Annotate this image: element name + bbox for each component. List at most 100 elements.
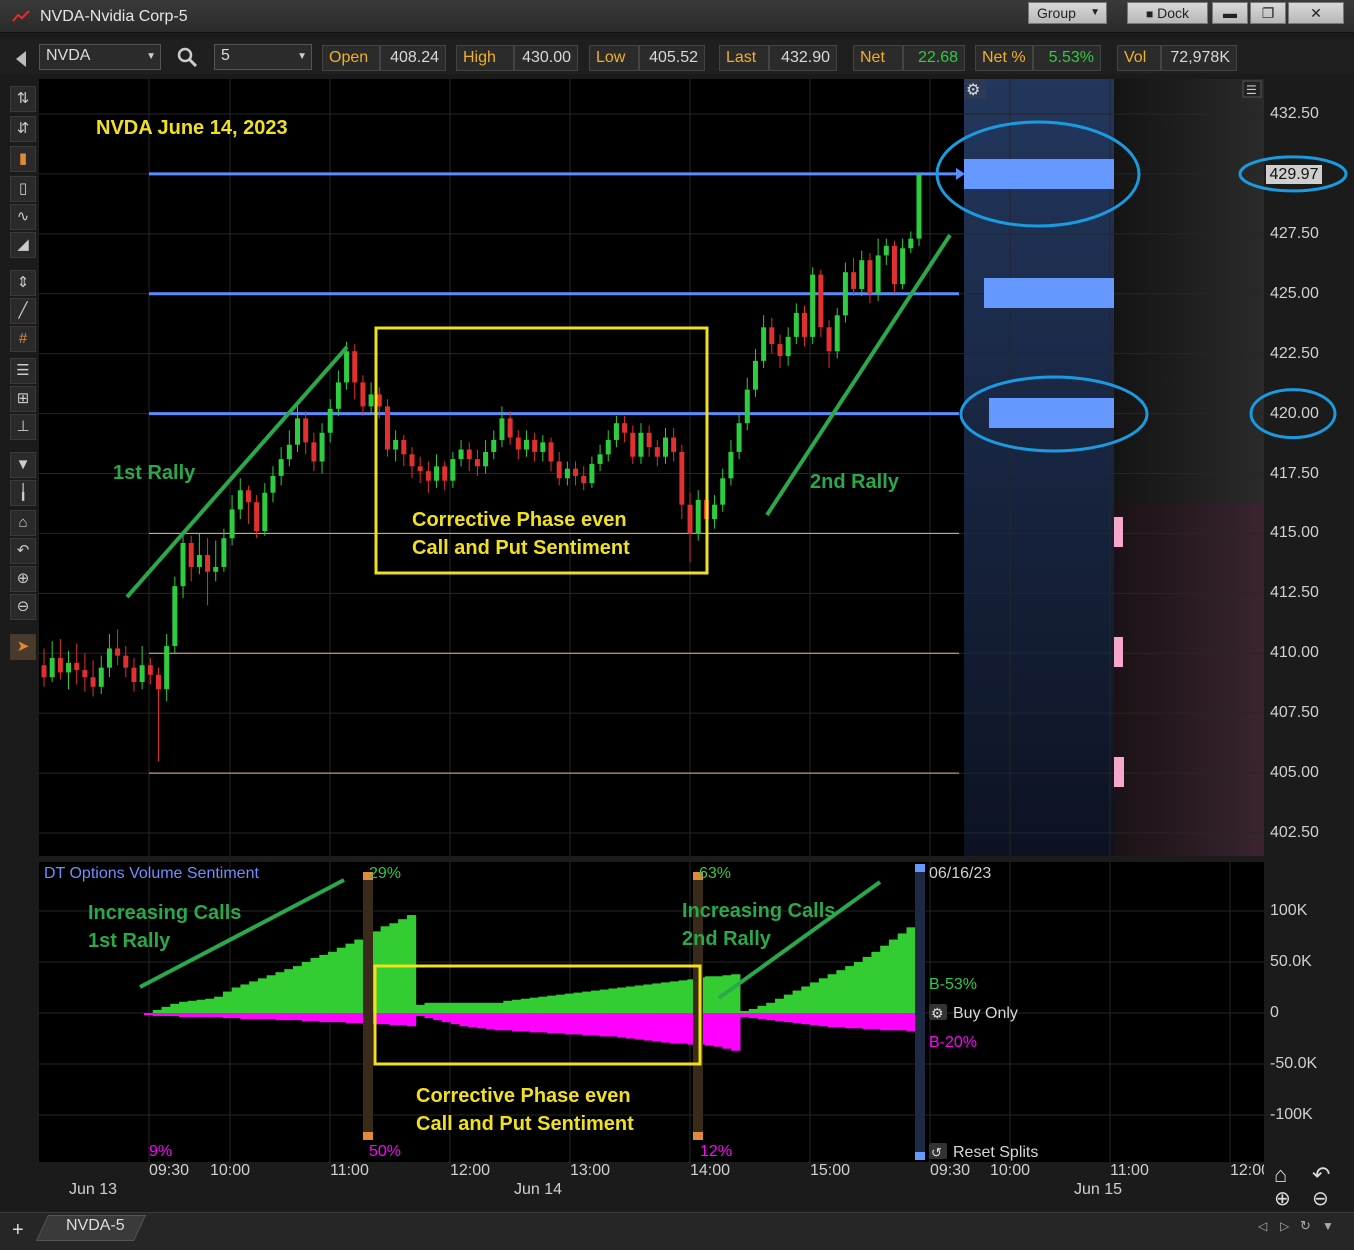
candle: [883, 238, 889, 265]
interval-select[interactable]: 5 ▼: [214, 44, 312, 70]
pointer-icon[interactable]: ➤: [10, 634, 36, 660]
cursor-tool-icon[interactable]: ⇵: [10, 116, 36, 142]
back-arrow-icon[interactable]: [14, 49, 30, 69]
restore-icon: ❐: [1261, 5, 1275, 21]
call-volume-bar: [503, 1000, 513, 1013]
candle: [180, 533, 186, 599]
call-volume-bar: [669, 981, 680, 1013]
date-axis-label: Jun 13: [69, 1181, 118, 1198]
call-volume-bar: [739, 1010, 750, 1013]
search-icon[interactable]: [176, 46, 198, 68]
candle: [417, 456, 423, 484]
candle: [834, 308, 840, 359]
put-volume-bar: [292, 1013, 303, 1021]
split-icon[interactable]: ⊥: [10, 414, 36, 440]
low-label: Low: [589, 45, 639, 71]
table-icon[interactable]: ☰: [10, 358, 36, 384]
candle-body: [49, 658, 55, 678]
dock-label: Dock: [1157, 5, 1190, 21]
call-volume-bar: [301, 962, 312, 1013]
candle-body: [335, 382, 341, 409]
candle: [662, 427, 668, 464]
bar-chart-icon[interactable]: ▯: [10, 176, 36, 202]
candle: [752, 348, 758, 397]
axis-highlight-layer: [1238, 155, 1348, 440]
candle-body: [573, 468, 579, 476]
candle: [573, 461, 579, 486]
scroll-first-icon[interactable]: ◁: [1258, 1219, 1267, 1233]
home-icon[interactable]: ⌂: [1274, 1162, 1287, 1188]
zoom-in-icon[interactable]: ⊕: [10, 566, 36, 592]
put-volume-bar: [871, 1013, 881, 1030]
candle-body: [605, 439, 611, 455]
price-chart[interactable]: NVDA June 14, 2023 1st Rally 2nd Rally Corr…: [39, 79, 1264, 856]
time-axis-label: 11:00: [330, 1162, 369, 1179]
area-chart-icon[interactable]: ◢: [10, 232, 36, 258]
minimize-button[interactable]: ▬: [1212, 2, 1248, 24]
scale-icon[interactable]: ⇕: [10, 270, 36, 296]
candle-body: [834, 315, 840, 352]
candle-body: [303, 418, 309, 443]
call-volume-bar: [441, 1002, 452, 1013]
drawing-toolbar: ⇅ ⇵ ▮ ▯ ∿ ◢ ⇕ ╱ # ☰ ⊞ ⊥ ▼ ╽ ⌂ ↶ ⊕ ⊖ ➤: [10, 86, 38, 666]
split-handle: [915, 1152, 925, 1160]
zoom-out-icon[interactable]: ⊖: [1312, 1186, 1329, 1211]
price-axis[interactable]: 432.50 427.50 425.00 422.50 420.00 417.50 415.…: [1238, 79, 1354, 856]
layout-icon[interactable]: ⊞: [10, 386, 36, 412]
line-chart-icon[interactable]: ∿: [10, 204, 36, 230]
put-volume-bar: [310, 1013, 320, 1022]
zoom-in-icon[interactable]: ⊕: [1274, 1186, 1291, 1211]
chevron-down-icon[interactable]: ▼: [146, 51, 156, 62]
trendline-icon[interactable]: ╱: [10, 298, 36, 324]
low-value: 405.52: [639, 45, 705, 71]
candle-body: [900, 248, 906, 285]
tab-menu-icon[interactable]: ▼: [1322, 1219, 1334, 1233]
group-dropdown[interactable]: Group ▼: [1028, 2, 1107, 24]
candle: [646, 425, 652, 457]
call-level-block: [964, 159, 1114, 189]
close-button[interactable]: ✕: [1288, 2, 1344, 24]
zoom-out-icon[interactable]: ⊖: [10, 594, 36, 620]
candle-body: [818, 274, 824, 328]
candle: [483, 439, 489, 474]
candle: [728, 439, 734, 486]
crosshair-tool-icon[interactable]: ⇅: [10, 86, 36, 112]
candle-body: [254, 502, 260, 532]
call-volume-bar: [170, 1003, 180, 1013]
time-axis[interactable]: 09:30 10:00 11:00 12:00 13:00 14:00 15:00 09:30…: [39, 1162, 1270, 1206]
candle: [900, 238, 906, 289]
dock-button[interactable]: ■ Dock: [1127, 2, 1208, 24]
candle: [90, 660, 96, 697]
chart-app-icon: [12, 10, 30, 22]
pin-icon[interactable]: ╽: [10, 480, 36, 506]
call-volume-bar: [494, 1002, 504, 1013]
put-volume-bar: [345, 1013, 355, 1024]
candle-body: [401, 439, 407, 455]
candle-body: [474, 459, 480, 467]
add-tab-button[interactable]: +: [12, 1219, 24, 1242]
symbol-input[interactable]: NVDA ▼: [39, 44, 161, 70]
candle: [123, 646, 129, 678]
home-icon[interactable]: ⌂: [10, 510, 36, 536]
candle: [916, 173, 922, 246]
candlestick-icon[interactable]: ▮: [10, 146, 36, 172]
grid-icon[interactable]: #: [10, 326, 36, 352]
scroll-prev-icon[interactable]: ▷: [1280, 1219, 1289, 1233]
candle: [237, 478, 243, 520]
title-bar: NVDA-Nvidia Corp-5 Group ▼ ■ Dock ▬ ❐ ✕: [0, 0, 1354, 33]
sentiment-annotation: 1st Rally: [88, 930, 171, 952]
put-volume-bar: [214, 1013, 224, 1018]
call-volume-bar: [818, 978, 829, 1013]
undo-icon[interactable]: ↶: [1312, 1162, 1330, 1188]
candle-body: [851, 272, 857, 289]
chevron-down-icon[interactable]: ▼: [297, 51, 307, 62]
volume-sentiment-chart[interactable]: DT Options Volume Sentiment 29% 63% 9% 50% 12…: [39, 862, 1264, 1162]
menu-icon: ☰: [1246, 83, 1257, 97]
restore-button[interactable]: ❐: [1250, 2, 1286, 24]
call-volume-bar: [582, 991, 592, 1013]
undo-icon[interactable]: ↶: [10, 538, 36, 564]
call-volume-bar: [433, 1002, 443, 1013]
marker-icon[interactable]: ▼: [10, 452, 36, 478]
refresh-icon[interactable]: ↻: [1300, 1218, 1311, 1234]
volume-axis[interactable]: 100K 50.0K 0 -50.0K -100K: [1264, 862, 1354, 1162]
